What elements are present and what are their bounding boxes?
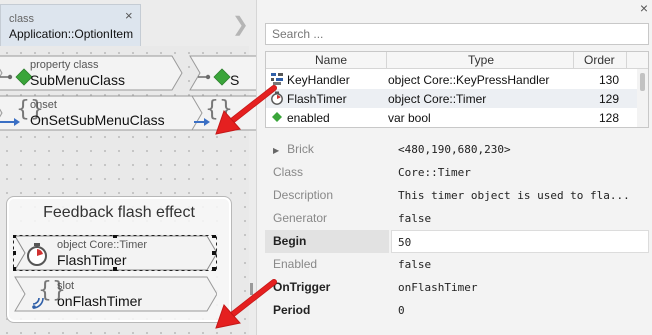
property-row-enabled[interactable]: Enabled false — [265, 253, 649, 276]
property-row-brick[interactable]: ▶ Brick <480,190,680,230> — [265, 138, 649, 161]
property-row-ontrigger[interactable]: OnTrigger onFlashTimer — [265, 276, 649, 299]
property-value: false — [398, 212, 432, 225]
chevron-right-icon[interactable]: ❯ — [232, 12, 249, 37]
brick-kind: object Core::Timer — [57, 239, 148, 251]
property-row-class[interactable]: Class Core::Timer — [265, 161, 649, 184]
annotation-group[interactable]: Feedback flash effect object Core::Timer… — [6, 196, 232, 323]
column-divider[interactable] — [573, 52, 574, 69]
table-scrollbar[interactable] — [637, 69, 648, 127]
row-order: 128 — [599, 111, 620, 125]
tab-title: Application::OptionItem — [9, 27, 134, 41]
timer-brick-flashtimer[interactable]: object Core::Timer FlashTimer — [13, 235, 217, 271]
brick-kind: onset — [30, 99, 57, 111]
property-label: Begin — [265, 230, 389, 253]
pane-splitter-handle[interactable] — [250, 283, 253, 295]
row-name: enabled — [287, 111, 330, 125]
column-header-type[interactable]: Type — [468, 53, 494, 67]
brick-name: OnSetSubMenuClass — [30, 112, 165, 128]
property-row-generator[interactable]: Generator false — [265, 207, 649, 230]
property-list: ▶ Brick <480,190,680,230> Class Core::Tim… — [265, 138, 649, 335]
group-title: Feedback flash effect — [43, 204, 195, 221]
property-row-description[interactable]: Description This timer object is used to… — [265, 184, 649, 207]
property-icon — [272, 112, 282, 122]
row-type: object Core::KeyPressHandler — [388, 73, 550, 87]
tab-close-icon[interactable]: × — [125, 8, 133, 23]
brick-kind: property class — [30, 59, 99, 71]
brick-kind: slot — [57, 280, 75, 292]
scrollbar-thumb[interactable] — [640, 73, 645, 91]
brick-name: onFlashTimer — [57, 293, 143, 309]
property-value: This timer object is used to fla... — [398, 189, 630, 202]
property-row-begin[interactable]: Begin 50 — [265, 230, 649, 253]
property-value-editor[interactable]: 50 — [391, 230, 649, 253]
column-header-order[interactable]: Order — [584, 53, 615, 67]
expand-triangle-icon[interactable]: ▶ — [273, 146, 279, 155]
property-value: Core::Timer — [398, 166, 471, 179]
property-row-period[interactable]: Period 0 — [265, 299, 649, 322]
property-value: onFlashTimer — [398, 281, 478, 294]
property-value: 0 — [398, 304, 405, 317]
keyhandler-icon — [271, 73, 283, 85]
row-name: FlashTimer — [287, 92, 347, 106]
inspector-close-icon[interactable]: × — [640, 0, 648, 16]
property-label: Enabled — [273, 257, 318, 271]
row-order: 129 — [599, 92, 620, 106]
property-brick-partial[interactable]: S — [188, 55, 256, 91]
property-label: Description — [273, 188, 334, 202]
property-value: false — [398, 258, 432, 271]
brick-name: FlashTimer — [57, 252, 127, 268]
editor-canvas[interactable]: property class SubMenuClass S {} onset O… — [0, 46, 256, 335]
row-order: 130 — [599, 73, 620, 87]
property-label: OnTrigger — [273, 280, 331, 294]
timer-icon — [271, 91, 283, 105]
class-editor-pane: class Application::OptionItem × ❯ proper… — [0, 0, 256, 335]
brick-name-partial: S — [230, 72, 240, 88]
column-divider[interactable] — [386, 52, 387, 69]
row-name: KeyHandler — [287, 73, 350, 87]
brick-name: SubMenuClass — [30, 72, 125, 88]
tab-kind-label: class — [9, 13, 35, 25]
onset-brick-partial[interactable]: {} — [190, 95, 256, 131]
property-label: Period — [273, 303, 311, 317]
slot-brick-onflashtimer[interactable]: {} slot onFlashTimer — [13, 276, 217, 312]
row-type: var bool — [388, 111, 431, 125]
property-value: <480,190,680,230> — [398, 143, 511, 156]
property-label: Generator — [273, 211, 328, 225]
onset-brick[interactable]: {} onset OnSetSubMenuClass — [0, 95, 210, 131]
column-divider[interactable] — [626, 52, 627, 69]
table-row-selected[interactable]: FlashTimer object Core::Timer 129 — [266, 89, 638, 108]
column-header-name[interactable]: Name — [315, 53, 347, 67]
brick-shape — [189, 55, 256, 91]
editor-tab[interactable]: class Application::OptionItem × — [0, 4, 141, 46]
row-type: object Core::Timer — [388, 92, 487, 106]
inspector-pane: × Name Type Order KeyHandler object Core… — [256, 0, 652, 335]
table-row[interactable]: enabled var bool 128 — [266, 108, 638, 127]
table-header: Name Type Order — [266, 52, 648, 69]
method-brace-icon: {} — [205, 97, 233, 122]
property-brick-submenuclass[interactable]: property class SubMenuClass — [0, 55, 184, 91]
search-input[interactable] — [265, 23, 649, 45]
members-table: Name Type Order KeyHandler object Core::… — [265, 51, 649, 128]
property-label: ▶ Brick — [273, 142, 314, 156]
table-row[interactable]: KeyHandler object Core::KeyPressHandler … — [266, 70, 638, 89]
property-label: Class — [273, 165, 304, 179]
